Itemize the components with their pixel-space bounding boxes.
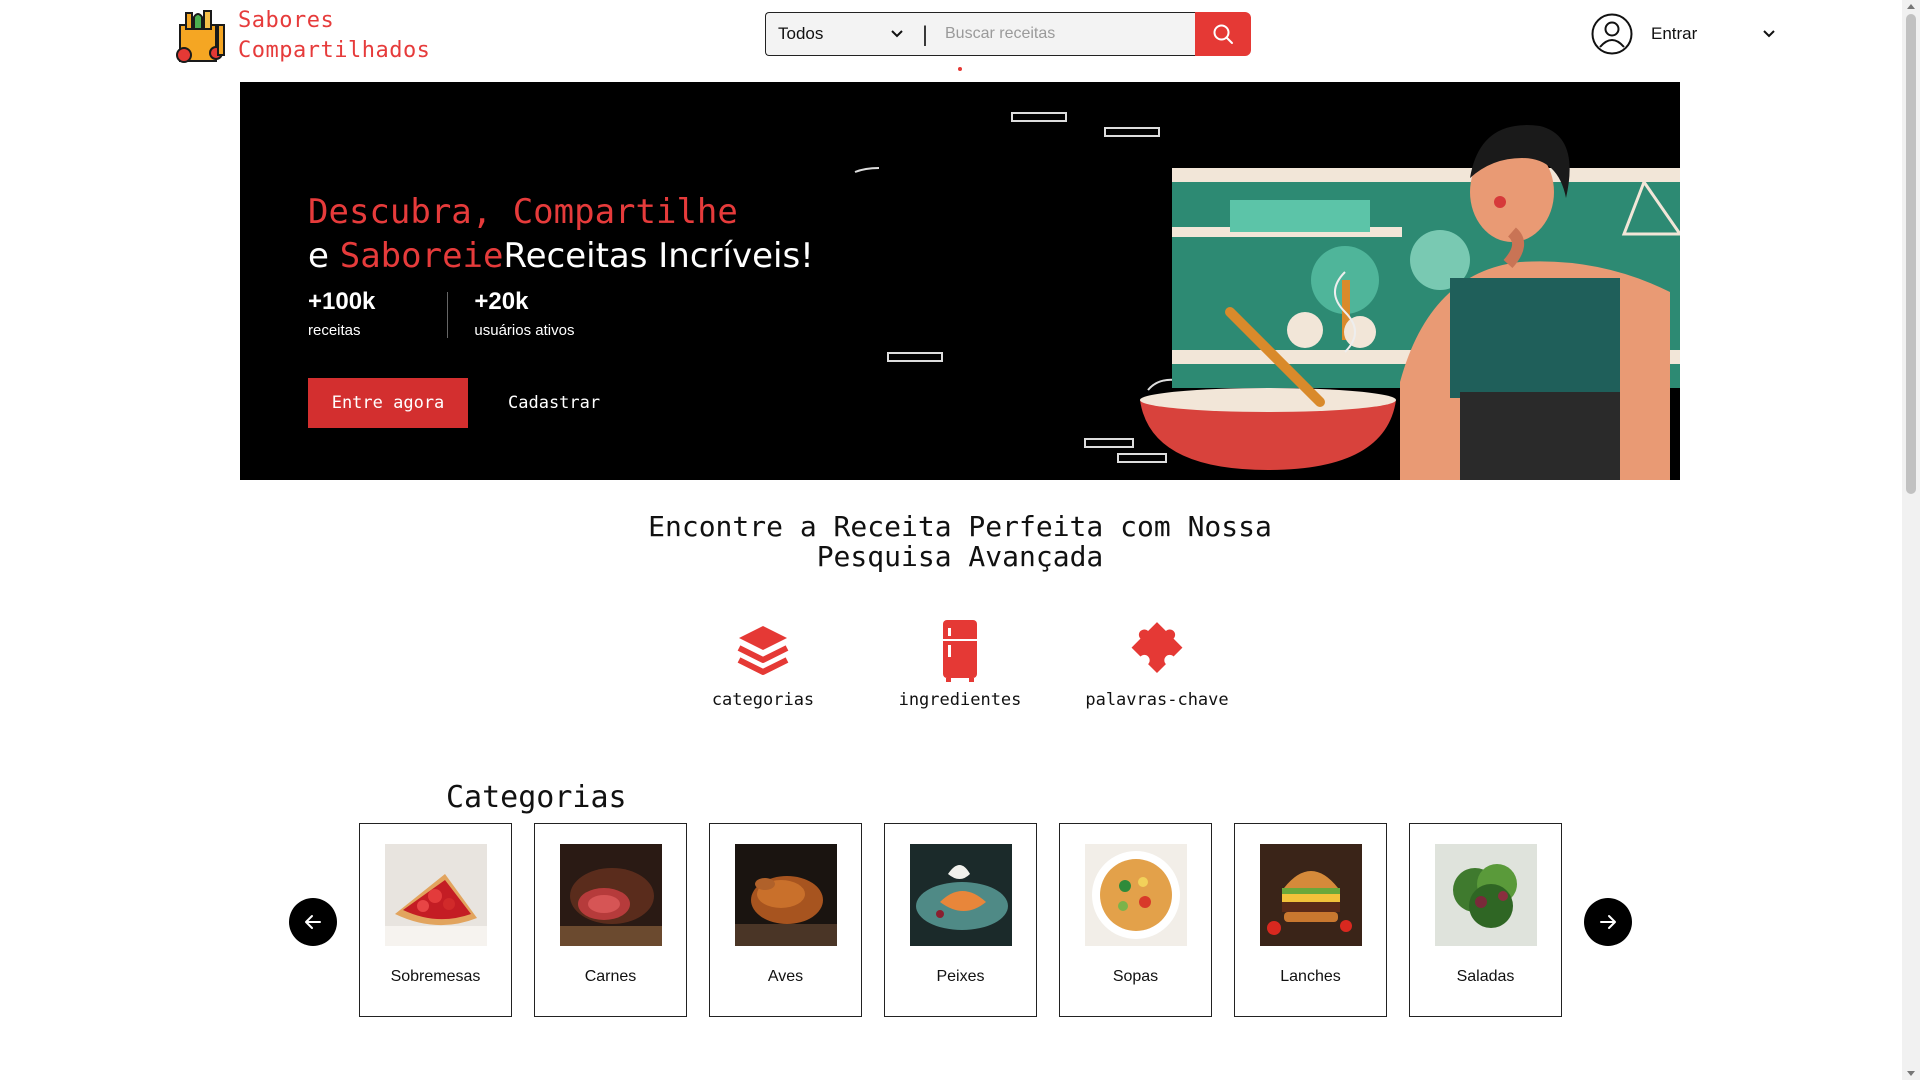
stat-divider xyxy=(447,292,449,338)
enter-now-button[interactable]: Entre agora xyxy=(308,378,468,428)
red-dot xyxy=(958,67,962,71)
carousel-prev-button[interactable] xyxy=(289,898,337,946)
category-name: Peixes xyxy=(936,968,985,985)
grocery-bag-icon xyxy=(176,10,225,63)
search-divider: | xyxy=(915,12,935,56)
puzzle-icon xyxy=(1131,622,1183,674)
hero-title-line2: e SaboreieReceitas Incríveis! xyxy=(308,234,814,278)
stat-recipes: +100k receitas xyxy=(308,288,375,339)
brand-name-line2: Compartilhados xyxy=(238,38,431,63)
hero-title-rest: Receitas Incríveis! xyxy=(503,236,814,276)
user-avatar-icon xyxy=(1591,13,1633,55)
category-name: Lanches xyxy=(1280,968,1341,985)
category-card-carnes[interactable]: Carnes xyxy=(534,823,687,1017)
hero-banner: Descubra, Compartilhe e SaboreieReceitas… xyxy=(240,82,1680,480)
salad-image xyxy=(1435,844,1537,946)
login-label: Entrar xyxy=(1651,24,1698,43)
dessert-image xyxy=(385,844,487,946)
adv-label: categorias xyxy=(711,690,815,710)
carousel-next-button[interactable] xyxy=(1584,898,1632,946)
search-input[interactable] xyxy=(935,12,1195,56)
search-button[interactable] xyxy=(1195,12,1251,56)
layers-icon xyxy=(737,626,789,675)
search-icon xyxy=(1213,24,1233,44)
page-scrollbar[interactable] xyxy=(1902,0,1920,1080)
category-card-sobremesas[interactable]: Sobremesas xyxy=(359,823,512,1017)
brand-logo[interactable]: Sabores Compartilhados xyxy=(174,6,430,66)
stat-users: +20k usuários ativos xyxy=(474,288,574,339)
hero-title: Descubra, Compartilhe e SaboreieReceitas… xyxy=(308,190,814,278)
categories-title: Categorias xyxy=(446,780,627,815)
category-name: Sobremesas xyxy=(390,968,481,985)
category-card-lanches[interactable]: Lanches xyxy=(1234,823,1387,1017)
category-name: Aves xyxy=(767,968,804,985)
search-by-ingredients[interactable]: ingredientes xyxy=(875,618,1045,710)
arrow-right-icon xyxy=(1600,915,1616,929)
advanced-search-title: Encontre a Receita Perfeita com Nossa Pe… xyxy=(600,512,1320,572)
stat-value: +100k xyxy=(308,288,376,315)
hero-title-e: e xyxy=(308,236,329,276)
category-card-aves[interactable]: Aves xyxy=(709,823,862,1017)
poultry-image xyxy=(735,844,837,946)
scroll-thumb[interactable] xyxy=(1906,14,1916,494)
stat-label: receitas xyxy=(308,322,361,339)
arrow-left-icon xyxy=(305,915,321,929)
meat-image xyxy=(560,844,662,946)
category-name: Saladas xyxy=(1456,968,1515,985)
header: Sabores Compartilhados Todos | Entrar xyxy=(0,0,1902,80)
brand-name: Sabores Compartilhados xyxy=(238,6,430,66)
search-category-select[interactable]: Todos xyxy=(765,12,915,56)
cooking-woman-illustration xyxy=(854,112,1680,480)
fridge-icon xyxy=(943,620,977,682)
search-category-value: Todos xyxy=(778,24,824,43)
fish-image xyxy=(910,844,1012,946)
search-by-keywords[interactable]: palavras-chave xyxy=(1072,618,1242,710)
advanced-search-title-line1: Encontre a Receita Perfeita com Nossa xyxy=(648,510,1272,543)
register-button[interactable]: Cadastrar xyxy=(508,378,600,428)
search-bar: Todos | xyxy=(765,12,1251,56)
adv-label: palavras-chave xyxy=(1085,690,1229,710)
category-name: Carnes xyxy=(584,968,637,985)
hero-stats: +100k receitas +20k usuários ativos xyxy=(308,288,574,339)
stat-value: +20k xyxy=(474,288,529,315)
scroll-up-icon[interactable] xyxy=(1907,4,1915,9)
category-card-peixes[interactable]: Peixes xyxy=(884,823,1037,1017)
hero-title-line1: Descubra, Compartilhe xyxy=(308,192,738,232)
category-card-sopas[interactable]: Sopas xyxy=(1059,823,1212,1017)
chevron-down-icon xyxy=(891,30,903,38)
soup-image xyxy=(1085,844,1187,946)
account-menu[interactable]: Entrar xyxy=(1591,13,1776,55)
burger-image xyxy=(1260,844,1362,946)
adv-label: ingredientes xyxy=(898,690,1022,710)
scroll-down-icon[interactable] xyxy=(1907,1071,1915,1076)
search-by-categories[interactable]: categorias xyxy=(678,618,848,710)
hero-title-highlight: Saboreie xyxy=(339,236,504,276)
advanced-search-title-line2: Pesquisa Avançada xyxy=(816,540,1104,573)
stat-label: usuários ativos xyxy=(474,322,575,339)
category-name: Sopas xyxy=(1112,968,1159,985)
brand-name-line1: Sabores xyxy=(238,8,335,33)
chevron-down-icon xyxy=(1763,30,1776,38)
category-card-saladas[interactable]: Saladas xyxy=(1409,823,1562,1017)
